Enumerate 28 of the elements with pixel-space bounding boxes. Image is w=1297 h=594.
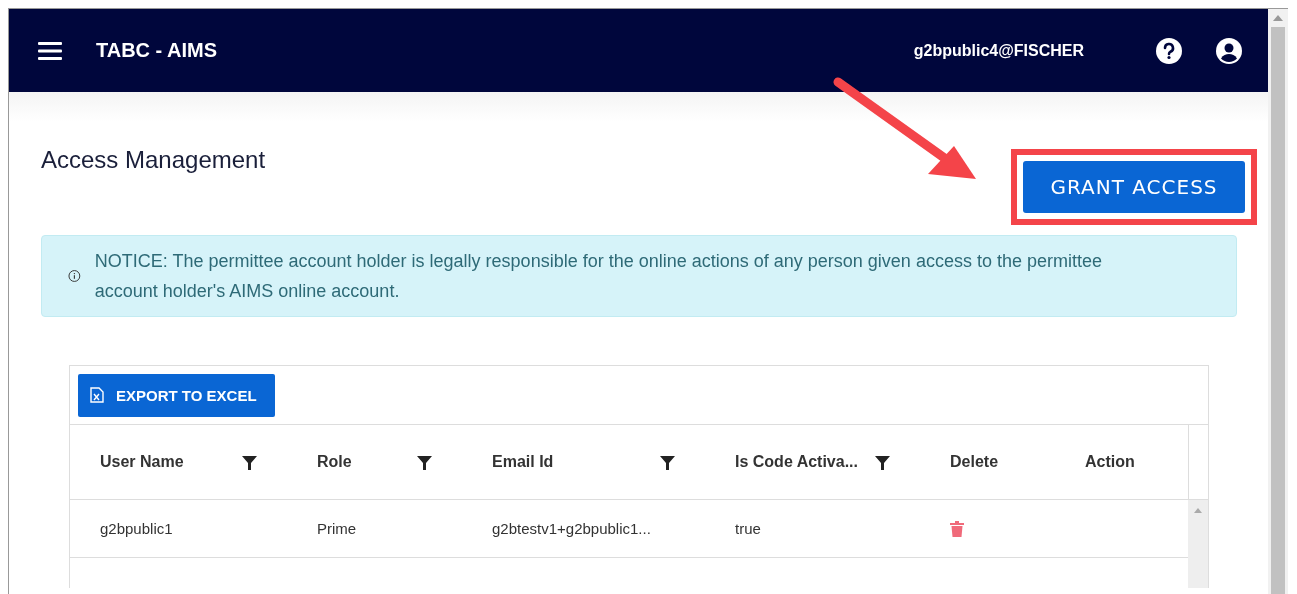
- help-icon[interactable]: [1156, 37, 1182, 64]
- menu-icon[interactable]: [38, 41, 62, 60]
- filter-icon[interactable]: [417, 454, 432, 470]
- trash-icon[interactable]: [950, 520, 964, 537]
- column-header[interactable]: Email Id: [492, 453, 554, 471]
- table-cell: true: [735, 520, 761, 537]
- column-header[interactable]: Is Code Activa...: [735, 453, 858, 471]
- table-scrollbar[interactable]: [1188, 500, 1208, 588]
- column-header[interactable]: Action: [1085, 453, 1135, 471]
- notice-text: NOTICE: The permittee account holder is legally responsible for the online actions of any person given access to the permittee account holder's AIMS online account.: [94, 250, 1103, 303]
- filter-icon[interactable]: [660, 454, 675, 470]
- export-to-excel-button[interactable]: EXPORT TO EXCEL: [78, 373, 275, 417]
- info-icon: [68, 268, 81, 284]
- column-header[interactable]: Role: [317, 453, 352, 471]
- table-cell: g2btestv1+g2bpublic1...: [492, 520, 651, 537]
- page-scrollbar[interactable]: [1268, 9, 1288, 594]
- column-header[interactable]: User Name: [100, 453, 184, 471]
- user-name: g2bpublic4@FISCHER: [913, 41, 1084, 60]
- filter-icon[interactable]: [242, 454, 257, 470]
- column-header[interactable]: Delete: [950, 453, 999, 471]
- excel-file-icon: [90, 387, 104, 403]
- grant-access-button[interactable]: GRANT ACCESS: [1023, 161, 1245, 213]
- table-cell: g2bpublic1: [100, 520, 173, 537]
- filter-icon[interactable]: [875, 454, 890, 470]
- table-cell: Prime: [317, 520, 357, 537]
- account-icon[interactable]: [1216, 37, 1242, 64]
- app-title: TABC - AIMS: [96, 39, 218, 62]
- page-title: Access Management: [41, 146, 266, 174]
